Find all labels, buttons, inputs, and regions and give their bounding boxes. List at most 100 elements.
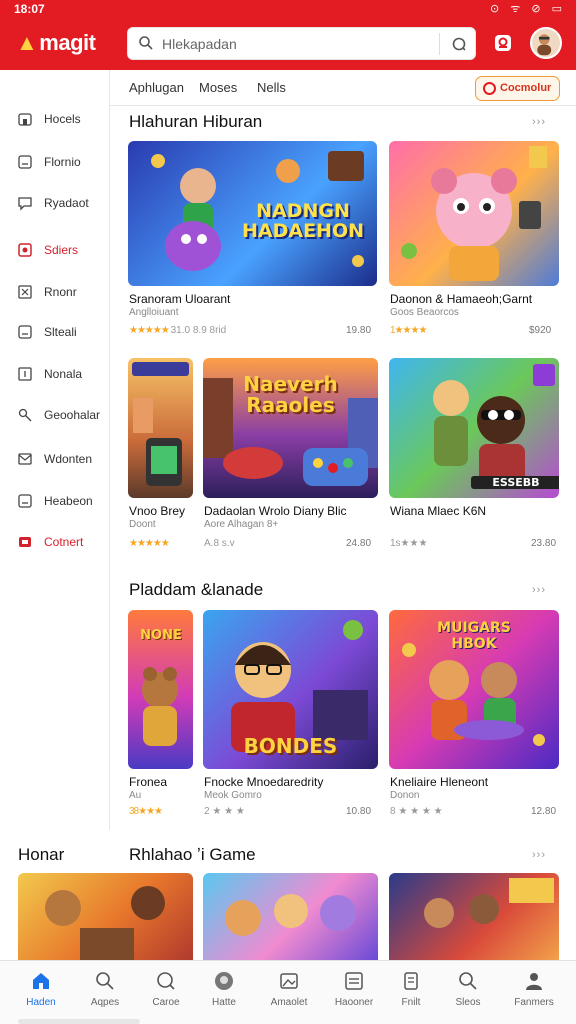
sidebar-item-sdiers[interactable]: Sdiers bbox=[0, 235, 110, 265]
game-card[interactable] bbox=[389, 873, 559, 960]
game-card[interactable]: Daonon & Hamaeoh;Garnt Goos Beaorcos 1★★… bbox=[389, 141, 559, 341]
game-thumbnail: ESSEBB bbox=[389, 358, 559, 498]
game-price: 19.80 bbox=[346, 325, 372, 336]
game-publisher: Donon bbox=[390, 790, 420, 801]
game-title: Wiana Mlaec K6N bbox=[390, 504, 487, 518]
chat-icon bbox=[18, 197, 32, 211]
game-card[interactable] bbox=[203, 873, 378, 960]
game-art-title: BONDES bbox=[243, 734, 338, 758]
window-icon bbox=[18, 325, 32, 339]
sidebar-item-slteali[interactable]: Slteali bbox=[0, 317, 110, 347]
nav-item-hatte[interactable]: Hatte bbox=[192, 961, 256, 1024]
nav-label: Fanmers bbox=[514, 997, 554, 1008]
sidebar-item-geoohalar[interactable]: Geoohalar bbox=[0, 400, 110, 430]
nav-item-sleos[interactable]: Sleos bbox=[436, 961, 500, 1024]
nav-item-amaolet[interactable]: Amaolet bbox=[257, 961, 321, 1024]
section-more-link[interactable]: ››› bbox=[532, 116, 546, 128]
rating-stars: ★★★★★ bbox=[129, 325, 170, 336]
game-price: 12.80 bbox=[531, 806, 557, 817]
puzzle-icon bbox=[18, 285, 32, 299]
game-art bbox=[424, 878, 554, 928]
game-card[interactable]: Naeverh Raaoles Dadaolan Wrolo Diany Bli… bbox=[203, 358, 378, 558]
game-thumbnail: NONE bbox=[128, 610, 193, 769]
nav-item-haooner[interactable]: Haooner bbox=[322, 961, 386, 1024]
game-thumbnail bbox=[128, 358, 193, 498]
game-thumbnail: NADNGN HADAEHON bbox=[128, 141, 377, 286]
status-icons: ⊙ ᯤ ⊘ ▭ bbox=[489, 3, 566, 15]
game-card[interactable]: ESSEBB Wiana Mlaec K6N 1s★★★ 23.80 bbox=[389, 358, 559, 558]
game-title: Fronea bbox=[129, 775, 168, 789]
game-price: 10.80 bbox=[346, 806, 372, 817]
search-divider bbox=[439, 33, 440, 55]
rating-meta: 8 ★ ★ ★ ★ bbox=[390, 806, 443, 817]
search-icon bbox=[157, 972, 175, 990]
sidebar-item-label: Nonala bbox=[44, 367, 83, 381]
nav-item-caroe[interactable]: Caroe bbox=[134, 961, 198, 1024]
nav-label: Aqpes bbox=[90, 997, 120, 1008]
game-title: Kneliaire Hleneont bbox=[390, 775, 489, 789]
sidebar-item-flornio[interactable]: Flornio bbox=[0, 147, 110, 177]
sidebar-item-rnonr[interactable]: Rnonr bbox=[0, 277, 110, 307]
section-more-link[interactable]: ››› bbox=[532, 849, 546, 861]
section-title: Pladdam &lanade bbox=[129, 580, 264, 599]
game-thumbnail bbox=[203, 873, 378, 960]
mail-icon bbox=[18, 453, 32, 465]
game-rating: A.8 s.v bbox=[204, 538, 235, 549]
sidebar-item-label: Slteali bbox=[44, 325, 77, 339]
game-title: Vnoo Brey bbox=[129, 504, 186, 518]
game-title: Dadaolan Wrolo Diany Blic bbox=[204, 504, 347, 518]
tab-apps[interactable]: Aphlugan bbox=[129, 80, 184, 95]
game-publisher: Goos Beaorcos bbox=[390, 307, 459, 318]
status-bar: 18:07 ⊙ ᯤ ⊘ ▭ bbox=[0, 0, 576, 18]
section-title: Rhlahao ʼi Game bbox=[129, 845, 256, 864]
rating-meta: A.8 s.v bbox=[204, 538, 235, 549]
rating-meta: 31.0 8.9 8rid bbox=[170, 325, 227, 336]
nav-label: Caroe bbox=[152, 997, 180, 1008]
sidebar-item-nonala[interactable]: Nonala bbox=[0, 359, 110, 389]
nav-item-apps[interactable]: Aqpes bbox=[73, 961, 137, 1024]
sidebar-item-heabeon[interactable]: Heabeon bbox=[0, 486, 110, 516]
tab-news[interactable]: Nells bbox=[257, 80, 286, 95]
bottom-navigation: Haden Aqpes Caroe Hatte Amaolet Haooner … bbox=[0, 960, 576, 1024]
game-art bbox=[132, 362, 189, 486]
avatar[interactable] bbox=[530, 27, 562, 59]
lens-icon[interactable] bbox=[450, 35, 468, 53]
status-time: 18:07 bbox=[14, 2, 45, 16]
game-card[interactable] bbox=[18, 873, 193, 960]
sidebar-item-ryadaot[interactable]: Ryadaot bbox=[0, 188, 110, 218]
game-card[interactable]: NONE Fronea Au 38★★★ bbox=[128, 610, 194, 817]
search-icon bbox=[459, 972, 477, 990]
tab-movies[interactable]: Moses bbox=[199, 80, 237, 95]
game-rating: 38★★★ bbox=[129, 806, 163, 817]
notification-icon[interactable] bbox=[491, 31, 515, 55]
sidebar-item-cotnert[interactable]: Cotnert bbox=[0, 527, 110, 557]
game-thumbnail bbox=[389, 873, 559, 960]
nav-label: Amaolet bbox=[270, 997, 308, 1008]
section-more-link[interactable]: ››› bbox=[532, 584, 546, 596]
sidebar-item-wdonten[interactable]: Wdonten bbox=[0, 444, 110, 474]
nav-item-home[interactable]: Haden bbox=[9, 961, 73, 1024]
game-art-title: MUIGARS HBOK bbox=[437, 620, 511, 652]
sidebar-item-label: Hocels bbox=[44, 112, 81, 126]
logo-flame-icon: ▲ bbox=[16, 30, 38, 55]
search-icon bbox=[96, 972, 114, 990]
search-input[interactable] bbox=[162, 34, 422, 54]
home-indicator bbox=[18, 1019, 140, 1024]
game-card[interactable]: Vnoo Brey Doont ★★★★★ bbox=[128, 358, 194, 558]
game-thumbnail bbox=[18, 873, 193, 960]
nav-item-fnilt[interactable]: Fnilt bbox=[379, 961, 443, 1024]
game-price: 24.80 bbox=[346, 538, 372, 549]
game-rating: 1★★★★ bbox=[390, 325, 427, 336]
nav-label: Hatte bbox=[212, 997, 236, 1008]
connect-button[interactable]: Cocmolur bbox=[475, 76, 560, 101]
game-art bbox=[225, 894, 356, 936]
game-card[interactable]: NADNGN HADAEHON Sranoram Uloarant Angllo… bbox=[128, 141, 378, 341]
section-title: Hlahuran Hiburan bbox=[129, 112, 263, 131]
game-card[interactable]: BONDES Fnocke Mnoedaredrity Meok Gomro 2… bbox=[203, 610, 378, 817]
sidebar-item-home[interactable]: Hocels bbox=[0, 104, 110, 134]
search-bar[interactable] bbox=[127, 27, 476, 60]
app-logo[interactable]: ▲magit bbox=[16, 30, 96, 56]
game-card[interactable]: MUIGARS HBOK Kneliaire Hleneont Donon 8 … bbox=[389, 610, 559, 817]
pin-icon bbox=[18, 408, 32, 422]
nav-item-fanmers[interactable]: Fanmers bbox=[502, 961, 566, 1024]
